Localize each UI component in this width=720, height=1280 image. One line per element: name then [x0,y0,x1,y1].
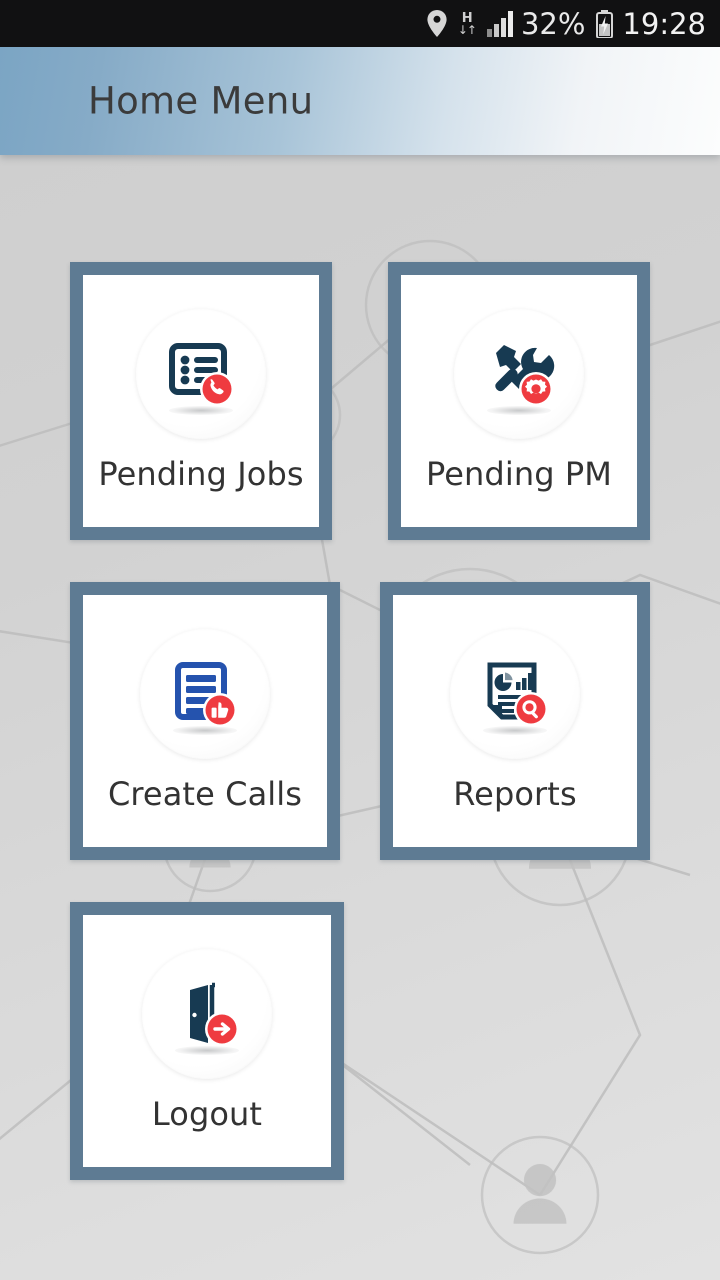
tile-label: Create Calls [107,775,303,813]
tile-face: Create Calls [83,595,327,847]
battery-charging-icon [596,9,614,38]
menu-tile-pending-pm[interactable]: Pending PM [388,262,650,540]
tile-face: Pending Jobs [83,275,319,527]
list-document-phone-icon [136,309,266,439]
tile-face: Reports [393,595,637,847]
menu-tile-pending-jobs[interactable]: Pending Jobs [70,262,332,540]
location-pin-icon [427,10,447,37]
tile-label: Pending Jobs [98,455,304,493]
menu-tile-reports[interactable]: Reports [380,582,650,860]
battery-percent-label: 32% [520,6,586,41]
tile-label: Reports [453,775,577,813]
document-thumbs-up-icon [140,629,270,759]
menu-tile-create-calls[interactable]: Create Calls [70,582,340,860]
tile-label: Pending PM [426,455,612,493]
signal-bars-icon [486,10,517,37]
data-transfer-arrows-icon: ↓↑ [457,22,477,37]
door-exit-arrow-icon [142,949,272,1079]
network-type-hplus-icon: H ↓↑ [457,12,477,37]
hammer-wrench-gear-icon [454,309,584,439]
clock-label: 19:28 [622,6,706,41]
home-menu-grid: Pending Jobs Pending PM Create Calls Rep… [0,155,720,1280]
tile-label: Logout [151,1095,263,1133]
tile-face: Pending PM [401,275,637,527]
app-header: Home Menu [0,47,720,155]
page-title: Home Menu [88,79,314,123]
menu-tile-logout[interactable]: Logout [70,902,344,1180]
chart-document-search-icon [450,629,580,759]
tile-face: Logout [83,915,331,1167]
status-bar: H ↓↑ 32% 19:28 [0,0,720,47]
